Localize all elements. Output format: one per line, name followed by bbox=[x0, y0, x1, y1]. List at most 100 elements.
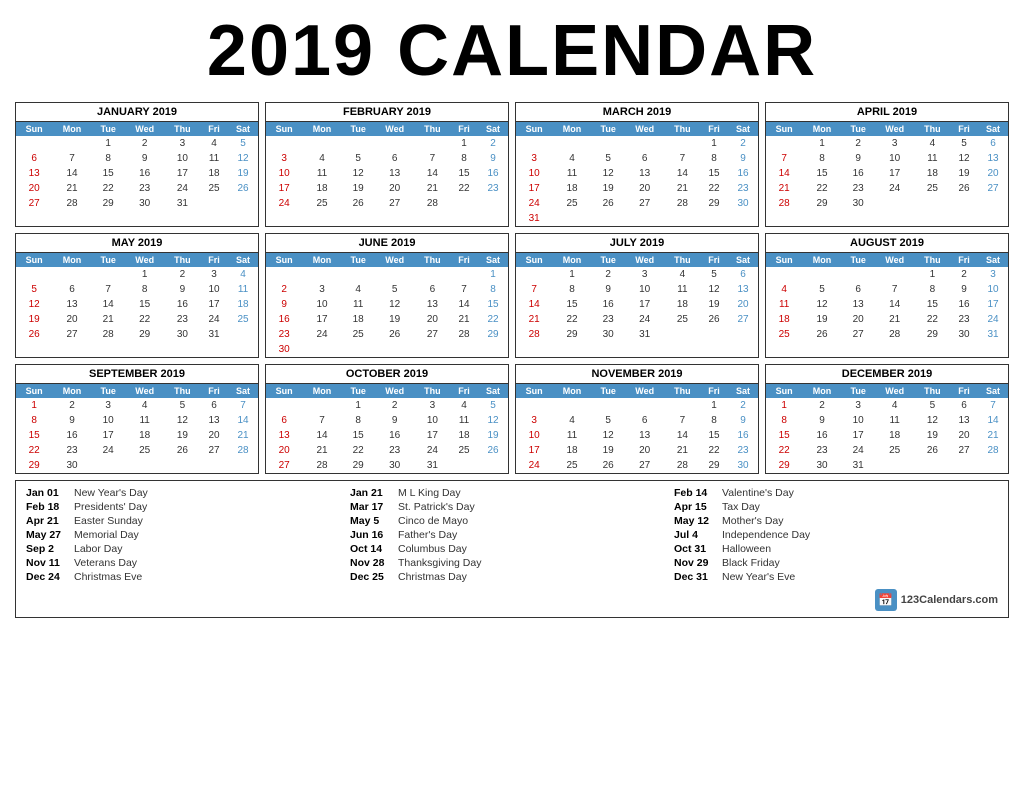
day-header-Fri: Fri bbox=[200, 384, 228, 398]
cal-day: 25 bbox=[552, 458, 592, 473]
cal-day: 7 bbox=[665, 413, 700, 428]
month-title-10: NOVEMBER 2019 bbox=[516, 365, 758, 384]
month-block-3: APRIL 2019SunMonTueWedThuFriSat123456789… bbox=[765, 102, 1009, 227]
day-header-Thu: Thu bbox=[915, 253, 950, 267]
day-header-Fri: Fri bbox=[450, 384, 478, 398]
cal-day: 28 bbox=[665, 196, 700, 211]
cal-day: 5 bbox=[592, 151, 625, 166]
cal-day bbox=[592, 211, 625, 226]
cal-day: 25 bbox=[125, 443, 165, 458]
cal-day: 16 bbox=[728, 166, 758, 181]
month-title-3: APRIL 2019 bbox=[766, 103, 1008, 122]
cal-day bbox=[766, 136, 802, 151]
day-header-Tue: Tue bbox=[592, 253, 625, 267]
cal-day: 18 bbox=[875, 428, 915, 443]
holiday-row: Dec 25Christmas Day bbox=[350, 571, 674, 583]
cal-day: 27 bbox=[52, 327, 92, 342]
cal-day: 1 bbox=[766, 398, 802, 413]
cal-day: 20 bbox=[842, 312, 875, 327]
cal-day: 5 bbox=[375, 282, 415, 297]
cal-day: 15 bbox=[766, 428, 802, 443]
cal-day: 22 bbox=[802, 181, 842, 196]
cal-day: 3 bbox=[625, 267, 665, 282]
cal-day: 9 bbox=[52, 413, 92, 428]
cal-day: 13 bbox=[950, 413, 978, 428]
holiday-name: Valentine's Day bbox=[722, 487, 794, 499]
cal-day: 2 bbox=[592, 267, 625, 282]
cal-day: 29 bbox=[700, 458, 728, 473]
day-header-Tue: Tue bbox=[342, 122, 375, 136]
cal-day: 20 bbox=[52, 312, 92, 327]
cal-day: 30 bbox=[950, 327, 978, 342]
cal-day: 23 bbox=[52, 443, 92, 458]
cal-table-10: SunMonTueWedThuFriSat1234567891011121314… bbox=[516, 384, 758, 473]
cal-day: 1 bbox=[16, 398, 52, 413]
cal-day: 26 bbox=[342, 196, 375, 211]
cal-day: 19 bbox=[375, 312, 415, 327]
day-header-Fri: Fri bbox=[200, 253, 228, 267]
holiday-col-0: Jan 01New Year's DayFeb 18Presidents' Da… bbox=[26, 487, 350, 611]
cal-day: 21 bbox=[52, 181, 92, 196]
holiday-name: Black Friday bbox=[722, 557, 780, 569]
cal-day: 8 bbox=[700, 413, 728, 428]
holiday-date: Feb 14 bbox=[674, 487, 716, 499]
cal-day: 26 bbox=[165, 443, 200, 458]
month-block-9: OCTOBER 2019SunMonTueWedThuFriSat1234567… bbox=[265, 364, 509, 474]
cal-day: 20 bbox=[625, 181, 665, 196]
cal-day: 16 bbox=[375, 428, 415, 443]
cal-day: 13 bbox=[16, 166, 52, 181]
cal-day: 12 bbox=[375, 297, 415, 312]
holiday-name: Cinco de Mayo bbox=[398, 515, 468, 527]
cal-day: 15 bbox=[802, 166, 842, 181]
cal-day: 12 bbox=[16, 297, 52, 312]
cal-day: 6 bbox=[200, 398, 228, 413]
cal-day: 23 bbox=[478, 181, 508, 196]
cal-day: 18 bbox=[766, 312, 802, 327]
cal-day: 17 bbox=[516, 443, 552, 458]
cal-day: 26 bbox=[950, 181, 978, 196]
cal-day: 17 bbox=[200, 297, 228, 312]
cal-day: 23 bbox=[842, 181, 875, 196]
holiday-row: Jul 4Independence Day bbox=[674, 529, 998, 541]
cal-day: 12 bbox=[802, 297, 842, 312]
cal-day: 9 bbox=[592, 282, 625, 297]
cal-day: 3 bbox=[842, 398, 875, 413]
month-title-1: FEBRUARY 2019 bbox=[266, 103, 508, 122]
cal-day bbox=[700, 211, 728, 226]
month-title-7: AUGUST 2019 bbox=[766, 234, 1008, 253]
day-header-Tue: Tue bbox=[842, 384, 875, 398]
cal-day: 19 bbox=[802, 312, 842, 327]
cal-day: 26 bbox=[915, 443, 950, 458]
cal-day bbox=[266, 136, 302, 151]
cal-day: 27 bbox=[415, 327, 450, 342]
day-header-Wed: Wed bbox=[625, 122, 665, 136]
cal-day: 4 bbox=[200, 136, 228, 151]
cal-day: 12 bbox=[950, 151, 978, 166]
cal-day: 13 bbox=[842, 297, 875, 312]
cal-day: 11 bbox=[665, 282, 700, 297]
holiday-date: May 27 bbox=[26, 529, 68, 541]
cal-day: 27 bbox=[375, 196, 415, 211]
cal-day: 9 bbox=[728, 151, 758, 166]
day-header-Fri: Fri bbox=[700, 253, 728, 267]
cal-day: 3 bbox=[92, 398, 125, 413]
cal-table-2: SunMonTueWedThuFriSat1234567891011121314… bbox=[516, 122, 758, 226]
cal-day: 21 bbox=[302, 443, 342, 458]
cal-day: 8 bbox=[915, 282, 950, 297]
cal-table-1: SunMonTueWedThuFriSat1234567891011121314… bbox=[266, 122, 508, 211]
cal-day: 10 bbox=[978, 282, 1008, 297]
cal-day: 22 bbox=[915, 312, 950, 327]
cal-day: 25 bbox=[302, 196, 342, 211]
day-header-Sat: Sat bbox=[478, 122, 508, 136]
cal-day bbox=[375, 267, 415, 282]
holiday-col-1: Jan 21M L King DayMar 17St. Patrick's Da… bbox=[350, 487, 674, 611]
cal-day bbox=[915, 458, 950, 473]
cal-day: 27 bbox=[950, 443, 978, 458]
cal-day: 27 bbox=[728, 312, 758, 327]
holiday-row: Apr 15Tax Day bbox=[674, 501, 998, 513]
cal-day: 14 bbox=[978, 413, 1008, 428]
cal-day: 2 bbox=[125, 136, 165, 151]
day-header-Sun: Sun bbox=[16, 384, 52, 398]
cal-day: 25 bbox=[766, 327, 802, 342]
day-header-Tue: Tue bbox=[342, 253, 375, 267]
